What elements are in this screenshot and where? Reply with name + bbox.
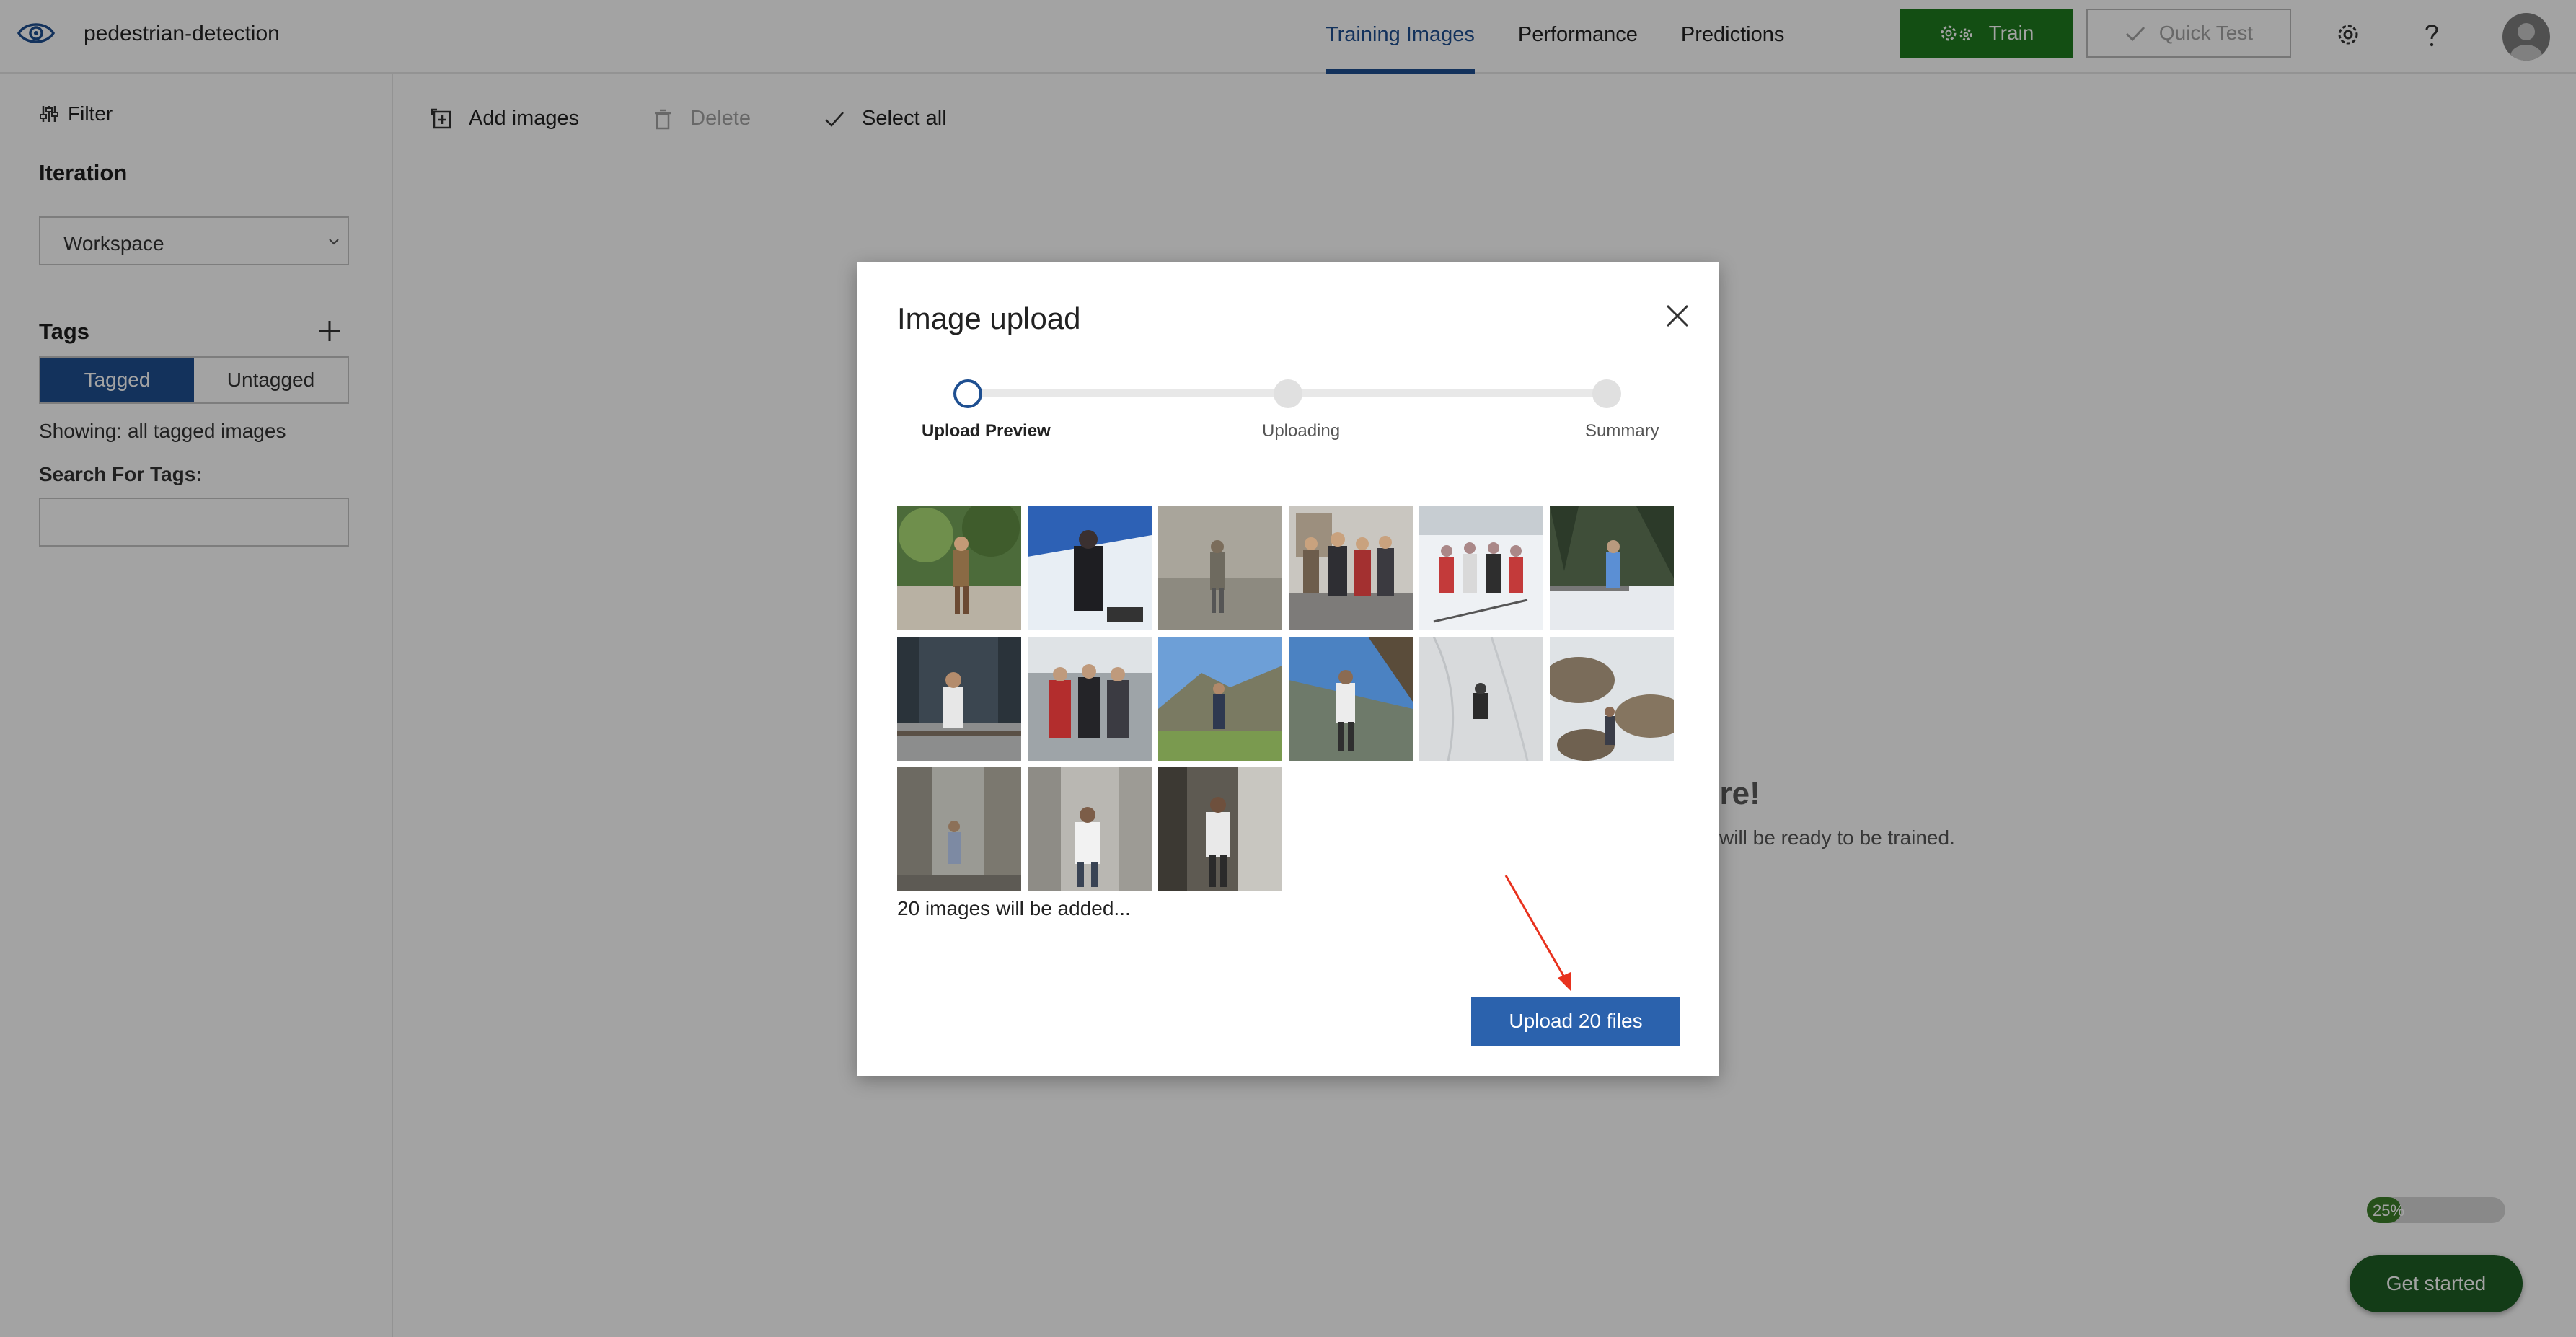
image-thumbnail (1419, 637, 1543, 761)
image-thumbnail (1158, 767, 1282, 891)
upload-stepper: Upload Preview Uploading Summary (857, 378, 1719, 450)
image-thumbnail (1550, 506, 1674, 630)
image-thumbnail (897, 637, 1021, 761)
image-thumbnail (1158, 637, 1282, 761)
images-count-text: 20 images will be added... (897, 897, 1131, 919)
step-dot-summary (1592, 379, 1621, 408)
image-thumbnail (1158, 506, 1282, 630)
close-icon[interactable] (1663, 301, 1692, 330)
image-thumbnail (1419, 506, 1543, 630)
image-upload-dialog: Image upload Upload Preview Uploading Su… (857, 262, 1719, 1076)
upload-files-button[interactable]: Upload 20 files (1471, 997, 1680, 1046)
image-thumbnail (1289, 506, 1413, 630)
image-thumbnail (897, 767, 1021, 891)
image-thumbnail (1550, 637, 1674, 761)
app-root: pedestrian-detection Training Images Per… (0, 0, 2576, 1337)
step-dot-upload-preview (953, 379, 982, 408)
annotation-arrow-icon (1504, 875, 1571, 991)
image-thumbnail (1289, 637, 1413, 761)
image-thumbnail (1028, 637, 1152, 761)
image-thumbnail (1028, 506, 1152, 630)
step-label-upload-preview: Upload Preview (922, 421, 1051, 441)
image-thumbnail (897, 506, 1021, 630)
image-thumbnail (1028, 767, 1152, 891)
step-label-uploading: Uploading (1262, 421, 1341, 441)
step-label-summary: Summary (1585, 421, 1659, 441)
step-dot-uploading (1274, 379, 1302, 408)
dialog-title: Image upload (897, 301, 1081, 335)
